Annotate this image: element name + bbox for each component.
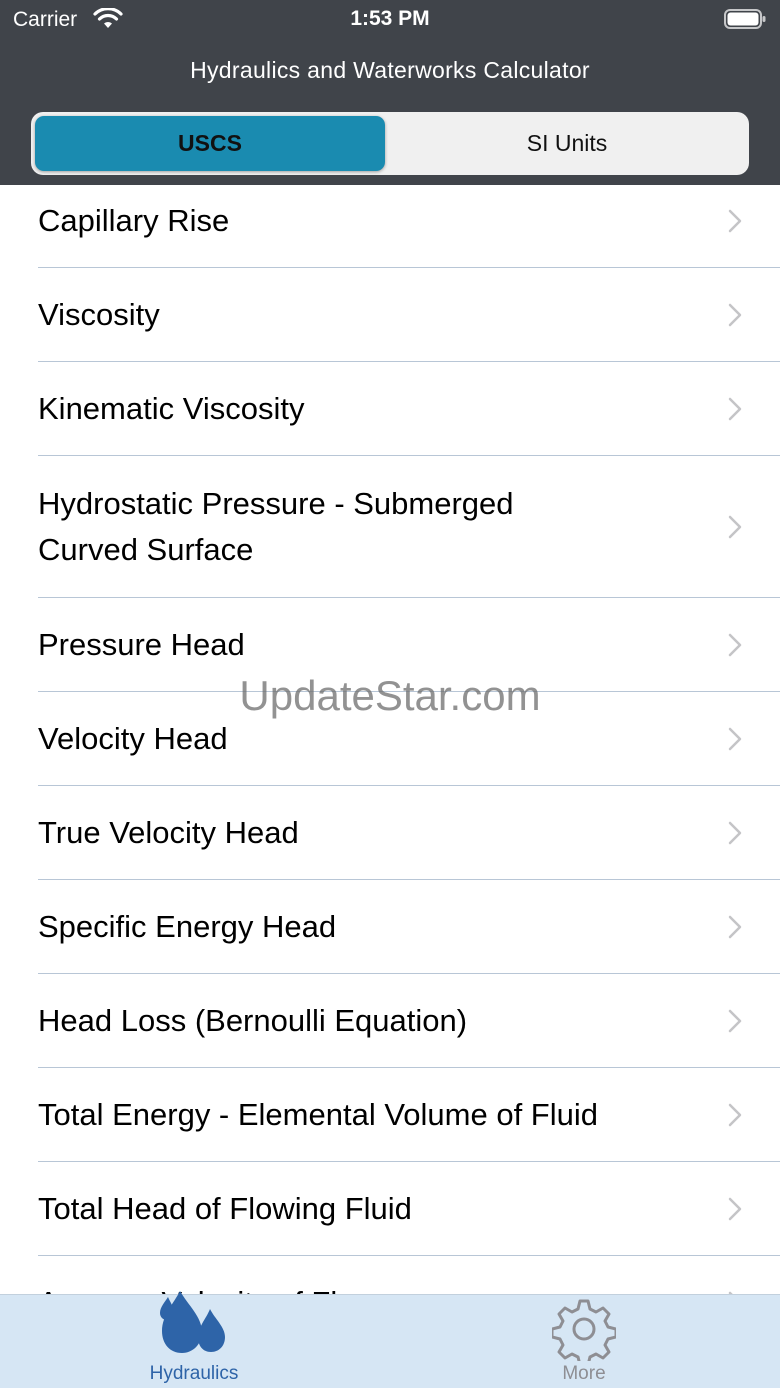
water-drops-icon	[160, 1291, 225, 1353]
nav-header: Carrier 1:53 PM Hydraulics and Waterwork…	[0, 0, 780, 185]
list-item-label: Pressure Head	[38, 627, 245, 662]
chevron-right-icon	[728, 1197, 742, 1221]
tab-more[interactable]: More	[484, 1295, 684, 1388]
chevron-right-icon	[728, 515, 742, 539]
unit-segmented-control: USCS SI Units	[31, 112, 749, 175]
tab-label: More	[562, 1363, 606, 1384]
chevron-right-icon	[728, 397, 742, 421]
chevron-right-icon	[728, 1103, 742, 1127]
list-item[interactable]: Viscosity	[0, 268, 780, 362]
list-item-label: Velocity Head	[38, 721, 228, 756]
list-item[interactable]: True Velocity Head	[0, 786, 780, 880]
chevron-right-icon	[728, 915, 742, 939]
page-title: Hydraulics and Waterworks Calculator	[190, 57, 590, 83]
status-bar: Carrier 1:53 PM	[0, 0, 780, 40]
list-item-label: Capillary Rise	[38, 202, 230, 238]
chevron-right-icon	[728, 1009, 742, 1033]
list-item-label: Hydrostatic Pressure - Submerged Curved …	[38, 486, 514, 567]
list-item-label: Total Energy - Elemental Volume of Fluid	[38, 1097, 598, 1132]
calculator-list: Capillary Rise Viscosity Kinematic Visco…	[0, 185, 780, 1294]
list-item[interactable]: Total Energy - Elemental Volume of Fluid	[0, 1068, 780, 1162]
tab-bar: Hydraulics More	[0, 1291, 780, 1388]
list-item-label: Average Velocity of Flow	[38, 1280, 658, 1294]
tab-label: Hydraulics	[149, 1363, 239, 1384]
list-item-label: Head Loss (Bernoulli Equation)	[38, 1003, 468, 1038]
list-item[interactable]: Pressure Head	[0, 598, 780, 692]
list-item[interactable]: Kinematic Viscosity	[0, 362, 780, 456]
list-item[interactable]: Average Velocity of Flow	[0, 1256, 780, 1294]
list-item[interactable]: Specific Energy Head	[0, 880, 780, 974]
chevron-right-icon	[728, 633, 742, 657]
list-item-label: Kinematic Viscosity	[38, 391, 305, 426]
battery-icon	[724, 9, 766, 29]
list-item[interactable]: Velocity Head	[0, 692, 780, 786]
status-time: 1:53 PM	[350, 7, 430, 30]
gear-icon	[552, 1299, 616, 1361]
list-item[interactable]: Capillary Rise	[0, 185, 780, 268]
list-item[interactable]: Head Loss (Bernoulli Equation)	[0, 974, 780, 1068]
chevron-right-icon	[728, 821, 742, 845]
list-item[interactable]: Hydrostatic Pressure - Submerged Curved …	[0, 456, 780, 598]
segment-uscs[interactable]: USCS	[35, 116, 385, 171]
tab-hydraulics[interactable]: Hydraulics	[94, 1291, 294, 1388]
list-item-label: Total Head of Flowing Fluid	[38, 1191, 412, 1226]
chevron-right-icon	[728, 303, 742, 327]
chevron-right-icon	[728, 727, 742, 751]
list-item-label: Specific Energy Head	[38, 909, 337, 944]
segment-si-units[interactable]: SI Units	[389, 116, 745, 171]
list-item[interactable]: Total Head of Flowing Fluid	[0, 1162, 780, 1256]
chevron-right-icon	[728, 209, 742, 232]
list-item-label: Viscosity	[38, 297, 160, 332]
list-item-label: True Velocity Head	[38, 815, 299, 850]
